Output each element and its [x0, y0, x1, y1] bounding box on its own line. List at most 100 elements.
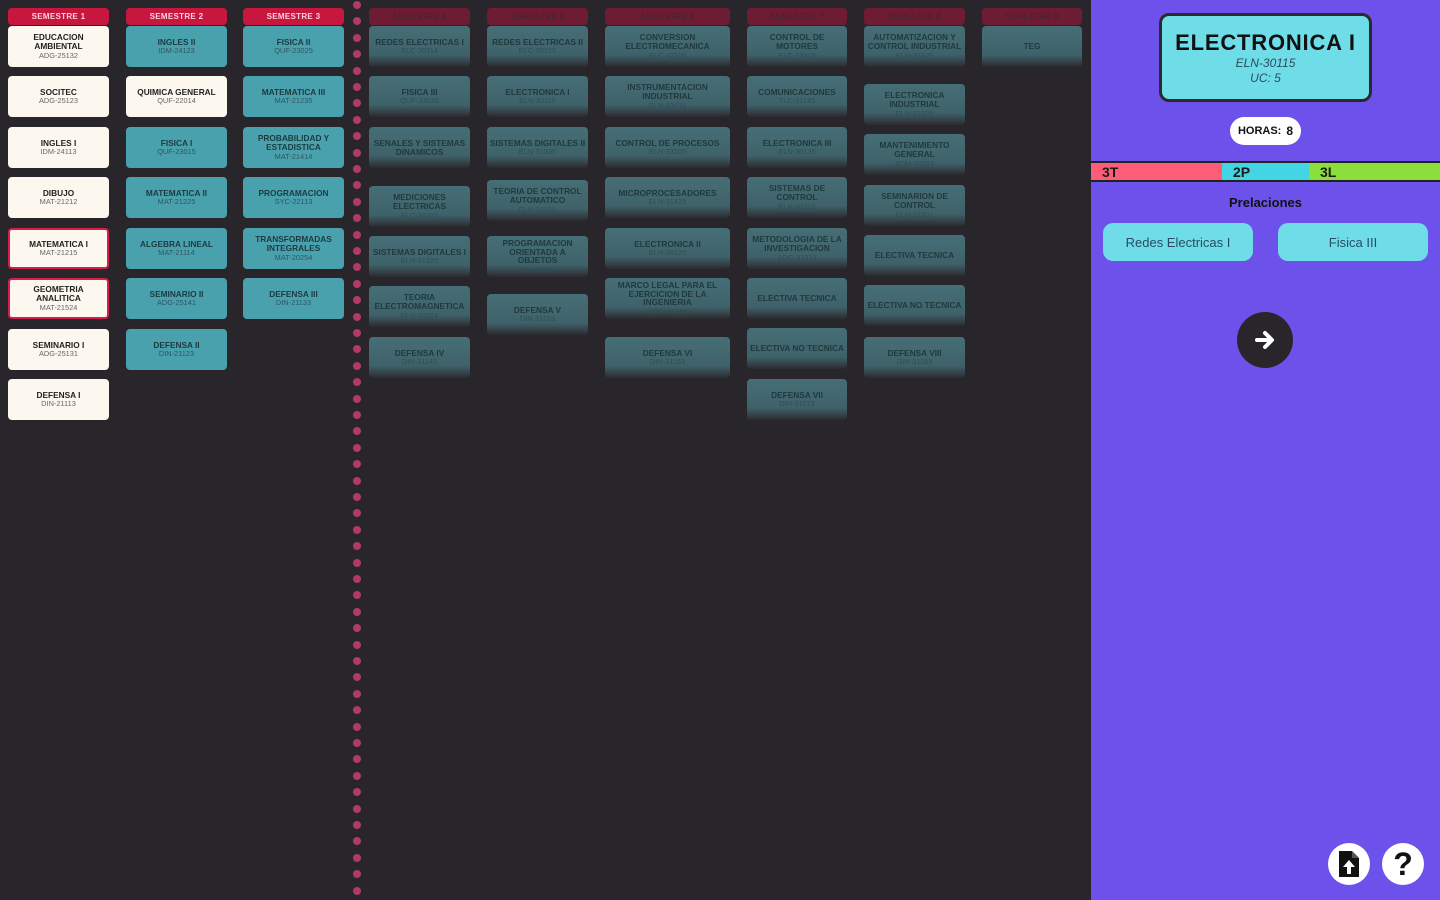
course-card[interactable]: INGLES II IDM-24123 [126, 26, 227, 67]
course-card[interactable]: CONVERSION ELECTROMECANICA ELC-32105 [605, 26, 730, 67]
course-card[interactable]: DEFENSA III DIN-21133 [243, 278, 344, 319]
divider-dot [353, 83, 361, 91]
course-card[interactable]: DEFENSA VII DIN-31173 [747, 379, 847, 420]
semester-column: SEMESTRE 7 CONTROL DE MOTORES ELC-32415 COM… [747, 8, 847, 888]
next-button[interactable] [1237, 312, 1293, 368]
course-card[interactable]: FISICA II QUF-23025 [243, 26, 344, 67]
course-card[interactable]: ALGEBRA LINEAL MAT-21114 [126, 228, 227, 269]
course-name: TEG [1023, 41, 1041, 52]
course-name: SEMINARIO II [149, 288, 204, 299]
course-card[interactable]: GEOMETRIA ANALITICA MAT-21524 [8, 278, 109, 319]
course-card[interactable]: PROGRAMACION ORIENTADA A OBJETOS ELN-3401… [487, 236, 588, 277]
semester-column: SEMESTRE 4 REDES ELECTRICAS I ELC-30114 FIS… [369, 8, 470, 888]
course-card[interactable]: ELECTRONICA I ELN-30115 [487, 76, 588, 117]
course-card[interactable]: MANTENIMIENTO GENERAL ADM-30314 [864, 134, 965, 175]
course-card[interactable]: EDUCACION AMBIENTAL ADG-25132 [8, 26, 109, 67]
semester-column: SEMESTRE 2 INGLES II IDM-24123 QUIMICA GENE… [126, 8, 227, 888]
course-name: INGLES I [40, 137, 77, 148]
course-card[interactable]: CONTROL DE MOTORES ELC-32415 [747, 26, 847, 67]
divider-dot [353, 886, 361, 895]
course-card[interactable]: ELECTRONICA III ELN-30135 [747, 127, 847, 168]
course-card[interactable]: INSTRUMENTACION INDUSTRIAL ELN-33415 [605, 76, 730, 117]
course-card[interactable]: TEORIA DE CONTROL AUTOMATICO ELN-33155 [487, 180, 588, 221]
divider-dot [353, 624, 361, 633]
course-card[interactable]: QUIMICA GENERAL QUF-22014 [126, 76, 227, 117]
course-card[interactable]: METODOLOGIA DE LA INVESTIGACION ADG-31314 [747, 228, 847, 269]
divider-dot [353, 640, 361, 649]
course-card[interactable]: DEFENSA II DIN-21123 [126, 329, 227, 370]
divider-dot [353, 837, 361, 846]
course-card[interactable]: TEG [982, 26, 1082, 67]
course-card[interactable]: AUTOMATIZACION Y CONTROL INDUSTRIAL ELN-3… [864, 26, 965, 67]
course-card[interactable]: ELECTRONICA INDUSTRIAL ELN-31325 [864, 84, 965, 125]
hours-label: HORAS: [1237, 125, 1282, 137]
course-card[interactable]: ELECTRONICA II ELN-30125 [605, 228, 730, 269]
course-code: DIN-31173 [779, 399, 815, 409]
course-card[interactable]: ELECTIVA TECNICA [864, 235, 965, 276]
course-name: ELECTRONICA I [505, 86, 570, 97]
upload-file-button[interactable] [1328, 843, 1370, 885]
course-card[interactable]: SEMINARIO I ADG-25131 [8, 329, 109, 370]
course-name: CONVERSION ELECTROMECANICA [625, 32, 710, 51]
course-card[interactable]: MATEMATICA I MAT-21215 [8, 228, 109, 269]
course-code: ELN-33205 [648, 147, 687, 157]
course-card[interactable]: DEFENSA IV DIN-31143 [369, 337, 470, 378]
course-card[interactable]: SOCITEC ADG-25123 [8, 76, 109, 117]
course-card[interactable]: DEFENSA V DIN-31153 [487, 294, 588, 335]
course-code: MAT-21114 [158, 248, 195, 258]
course-code: ELN-33415 [648, 100, 687, 110]
course-card[interactable]: SEMINARIO II ADG-25141 [126, 278, 227, 319]
course-card[interactable]: TRANSFORMADAS INTEGRALES MAT-20254 [243, 228, 344, 269]
course-code: ELN-30115 [1235, 56, 1296, 71]
course-card[interactable]: DEFENSA VIII DIN-31183 [864, 337, 965, 378]
course-card[interactable]: FISICA III QUF-33035 [369, 76, 470, 117]
course-name: ELECTRONICA INDUSTRIAL [884, 90, 945, 109]
course-name: ELECTRONICA III [762, 137, 832, 148]
divider-dot [353, 394, 361, 403]
course-code: TLC-31145 [778, 96, 816, 106]
course-card[interactable]: CONTROL DE PROCESOS ELN-33205 [605, 127, 730, 168]
course-name: MEDICIONES ELECTRICAS [392, 192, 446, 211]
course-name: DEFENSA III [269, 288, 318, 299]
course-card[interactable]: REDES ELECTRICAS I ELC-30114 [369, 26, 470, 67]
course-card[interactable]: COMUNICACIONES TLC-31145 [747, 76, 847, 117]
course-name: PROBABILIDAD Y ESTADISTICA [257, 133, 330, 152]
prerequisite-button[interactable]: Fisica III [1278, 223, 1428, 261]
course-card[interactable]: ELECTIVA NO TECNICA [747, 328, 847, 369]
semester-column: SEMESTRE 9 TEG [982, 8, 1082, 888]
course-card[interactable]: SENALES Y SISTEMAS DINAMICOS [369, 127, 470, 168]
course-card[interactable]: DEFENSA I DIN-21113 [8, 379, 109, 420]
course-card[interactable]: PROBABILIDAD Y ESTADISTICA MAT-21414 [243, 127, 344, 168]
course-card[interactable]: SEMINARION DE CONTROL ELN-33301 [864, 185, 965, 226]
hours-value: 8 [1286, 124, 1294, 138]
course-card[interactable]: SISTEMAS DIGITALES I ELN-31325 [369, 236, 470, 277]
course-card[interactable]: MATEMATICA II MAT-21225 [126, 177, 227, 218]
course-name: PROGRAMACION [258, 187, 329, 198]
course-card[interactable]: MARCO LEGAL PARA EL EJERCICION DE LA ING… [605, 278, 730, 319]
course-card[interactable]: REDES ELECTRICAS II ELC-30125 [487, 26, 588, 67]
course-card[interactable]: PROGRAMACION SYC-22113 [243, 177, 344, 218]
course-card[interactable]: ELECTIVA NO TECNICA [864, 285, 965, 326]
course-code: ELN-30135 [778, 147, 816, 157]
course-code: IDM-24123 [158, 46, 195, 56]
help-button[interactable]: ? [1382, 843, 1424, 885]
course-card[interactable]: SISTEMAS DE CONTROL ELN-33215 [747, 177, 847, 218]
course-code: ADM-30314 [894, 158, 935, 168]
course-card[interactable]: TEORIA ELECTROMAGNETICA ELN-30314 [369, 286, 470, 327]
course-card[interactable]: DIBUJO MAT-21212 [8, 177, 109, 218]
prerequisite-button[interactable]: Redes Electricas I [1103, 223, 1253, 261]
course-code: ELN-30125 [648, 248, 687, 258]
course-card[interactable]: INGLES I IDM-24113 [8, 127, 109, 168]
course-card[interactable]: ELECTIVA TECNICA [747, 278, 847, 319]
course-card[interactable]: MEDICIONES ELECTRICAS ELC-30215 [369, 186, 470, 227]
course-name: FISICA II [276, 36, 311, 47]
divider-dot [353, 165, 361, 173]
file-upload-icon [1339, 851, 1359, 877]
course-card[interactable]: MICROPROCESADORES ELN-31415 [605, 177, 730, 218]
course-card[interactable]: MATEMATICA III MAT-21235 [243, 76, 344, 117]
course-card[interactable]: FISICA I QUF-23015 [126, 127, 227, 168]
course-name: QUIMICA GENERAL [137, 86, 216, 97]
course-card[interactable]: DEFENSA VI DIN-31163 [605, 337, 730, 378]
course-code: MAT-21215 [39, 248, 78, 258]
course-card[interactable]: SISTEMAS DIGITALES II ELN-31335 [487, 127, 588, 168]
